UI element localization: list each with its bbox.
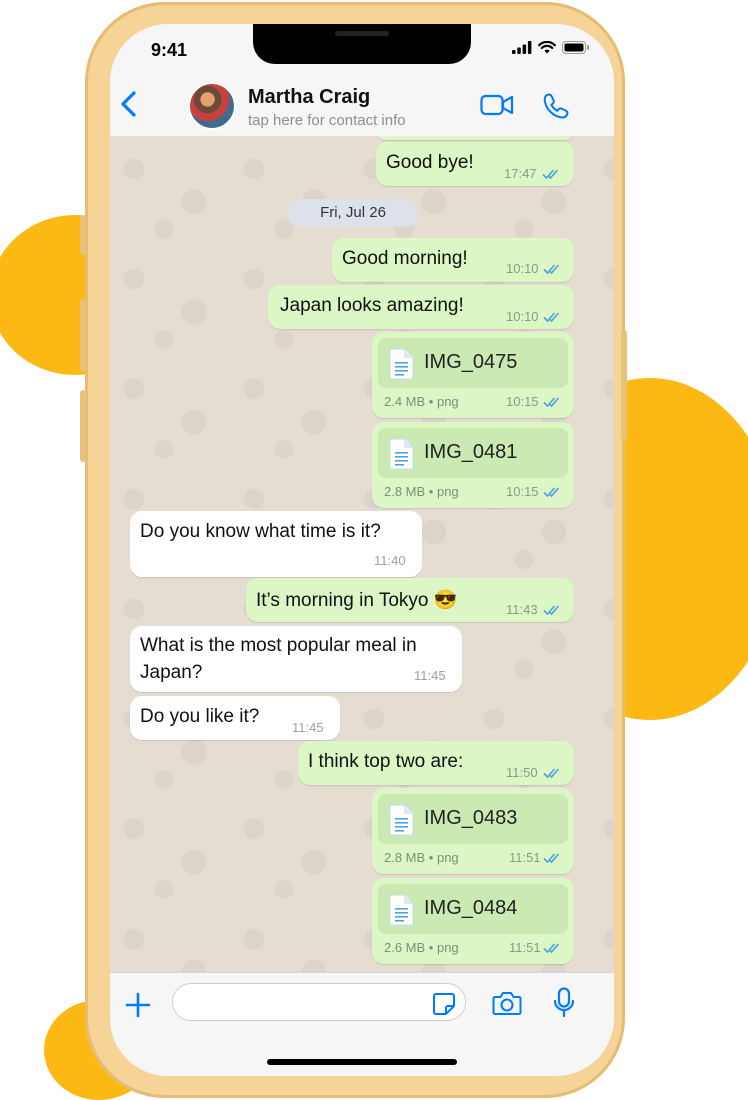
- message-bubble-outgoing[interactable]: Good morning! 10:10: [332, 238, 574, 282]
- wifi-icon: [538, 41, 556, 54]
- sticker-icon[interactable]: [432, 992, 456, 1016]
- file-meta: 2.8 MB • png: [384, 850, 459, 865]
- message-time: 10:10: [506, 261, 539, 276]
- message-text: Do you like it?: [140, 706, 260, 727]
- file-meta: 2.6 MB • png: [384, 940, 459, 955]
- message-bubble-partial: [376, 136, 574, 140]
- message-text: Good bye!: [386, 152, 474, 173]
- video-camera-icon[interactable]: [480, 94, 514, 116]
- message-time: 11:50: [506, 765, 538, 780]
- home-indicator[interactable]: [267, 1059, 457, 1065]
- double-check-icon: [543, 605, 560, 616]
- file-attachment[interactable]: IMG_0481: [378, 428, 568, 478]
- signal-icon: [512, 41, 532, 54]
- file-message-bubble[interactable]: IMG_0484 2.6 MB • png 11:51: [372, 878, 574, 964]
- message-time: 10:10: [506, 309, 539, 324]
- message-time: 11:45: [414, 668, 446, 683]
- file-message-bubble[interactable]: IMG_0475 2.4 MB • png 10:15: [372, 332, 574, 418]
- date-separator: Fri, Jul 26: [288, 199, 418, 227]
- contact-info-hint[interactable]: tap here for contact info: [248, 112, 406, 129]
- avatar[interactable]: [188, 82, 236, 130]
- message-text: Japan looks amazing!: [280, 295, 464, 316]
- plus-icon[interactable]: [124, 991, 152, 1019]
- message-time: 11:45: [292, 720, 324, 735]
- message-text: Good morning!: [342, 248, 468, 269]
- input-bar: [110, 972, 614, 1076]
- chat-area[interactable]: Good bye! 17:47 Fri, Jul 26 Good morning…: [110, 136, 614, 972]
- message-bubble-outgoing[interactable]: It’s morning in Tokyo 😎 11:43: [246, 578, 574, 622]
- status-icons: [512, 41, 590, 54]
- message-bubble-outgoing[interactable]: Good bye! 17:47: [376, 142, 574, 186]
- phone-icon[interactable]: [542, 92, 570, 120]
- message-bubble-incoming[interactable]: What is the most popular meal in Japan? …: [130, 626, 462, 692]
- file-meta: 2.8 MB • png: [384, 484, 459, 499]
- double-check-icon: [543, 312, 560, 323]
- document-icon: [389, 894, 414, 926]
- double-check-icon: [543, 397, 560, 408]
- message-input[interactable]: [172, 983, 466, 1021]
- file-message-bubble[interactable]: IMG_0481 2.8 MB • png 10:15: [372, 422, 574, 508]
- volume-down-button: [80, 390, 86, 462]
- mute-switch: [80, 215, 86, 255]
- message-time: 10:15: [506, 394, 539, 409]
- double-check-icon: [542, 169, 559, 180]
- double-check-icon: [543, 768, 560, 779]
- file-meta: 2.4 MB • png: [384, 394, 459, 409]
- double-check-icon: [543, 943, 560, 954]
- message-bubble-incoming[interactable]: Do you like it? 11:45: [130, 696, 340, 740]
- message-time: 11:51: [509, 850, 541, 865]
- document-icon: [389, 804, 414, 836]
- file-name: IMG_0483: [424, 807, 518, 829]
- message-bubble-outgoing[interactable]: I think top two are: 11:50: [298, 741, 574, 785]
- message-text: What is the most popular meal in Japan?: [140, 635, 417, 683]
- status-time: 9:41: [151, 40, 188, 60]
- battery-icon: [562, 41, 589, 54]
- chevron-left-icon[interactable]: [118, 90, 140, 118]
- message-time: 10:15: [506, 484, 539, 499]
- file-name: IMG_0484: [424, 897, 518, 919]
- document-icon: [389, 438, 414, 470]
- file-attachment[interactable]: IMG_0475: [378, 338, 568, 388]
- message-time: 11:43: [506, 602, 538, 617]
- file-name: IMG_0475: [424, 351, 518, 373]
- camera-icon[interactable]: [492, 990, 522, 1016]
- phone-screen: 9:41 Martha Craig tap here for contact i…: [110, 24, 614, 1076]
- double-check-icon: [543, 853, 560, 864]
- notch: [253, 24, 471, 64]
- file-name: IMG_0481: [424, 441, 518, 463]
- message-time: 11:40: [374, 553, 406, 568]
- power-button: [621, 330, 627, 440]
- contact-name[interactable]: Martha Craig: [248, 86, 370, 109]
- file-attachment[interactable]: IMG_0483: [378, 794, 568, 844]
- double-check-icon: [543, 264, 560, 275]
- volume-up-button: [80, 300, 86, 372]
- double-check-icon: [543, 487, 560, 498]
- document-icon: [389, 348, 414, 380]
- file-attachment[interactable]: IMG_0484: [378, 884, 568, 934]
- chat-header[interactable]: Martha Craig tap here for contact info: [110, 68, 614, 137]
- message-text: I think top two are:: [308, 751, 464, 772]
- message-bubble-outgoing[interactable]: Japan looks amazing! 10:10: [268, 285, 574, 329]
- message-text: Do you know what time is it?: [140, 521, 381, 542]
- file-message-bubble[interactable]: IMG_0483 2.8 MB • png 11:51: [372, 788, 574, 874]
- microphone-icon[interactable]: [553, 987, 575, 1019]
- message-bubble-incoming[interactable]: Do you know what time is it? 11:40: [130, 511, 422, 577]
- message-time: 11:51: [509, 940, 541, 955]
- message-text: It’s morning in Tokyo 😎: [256, 590, 458, 611]
- message-time: 17:47: [504, 166, 537, 181]
